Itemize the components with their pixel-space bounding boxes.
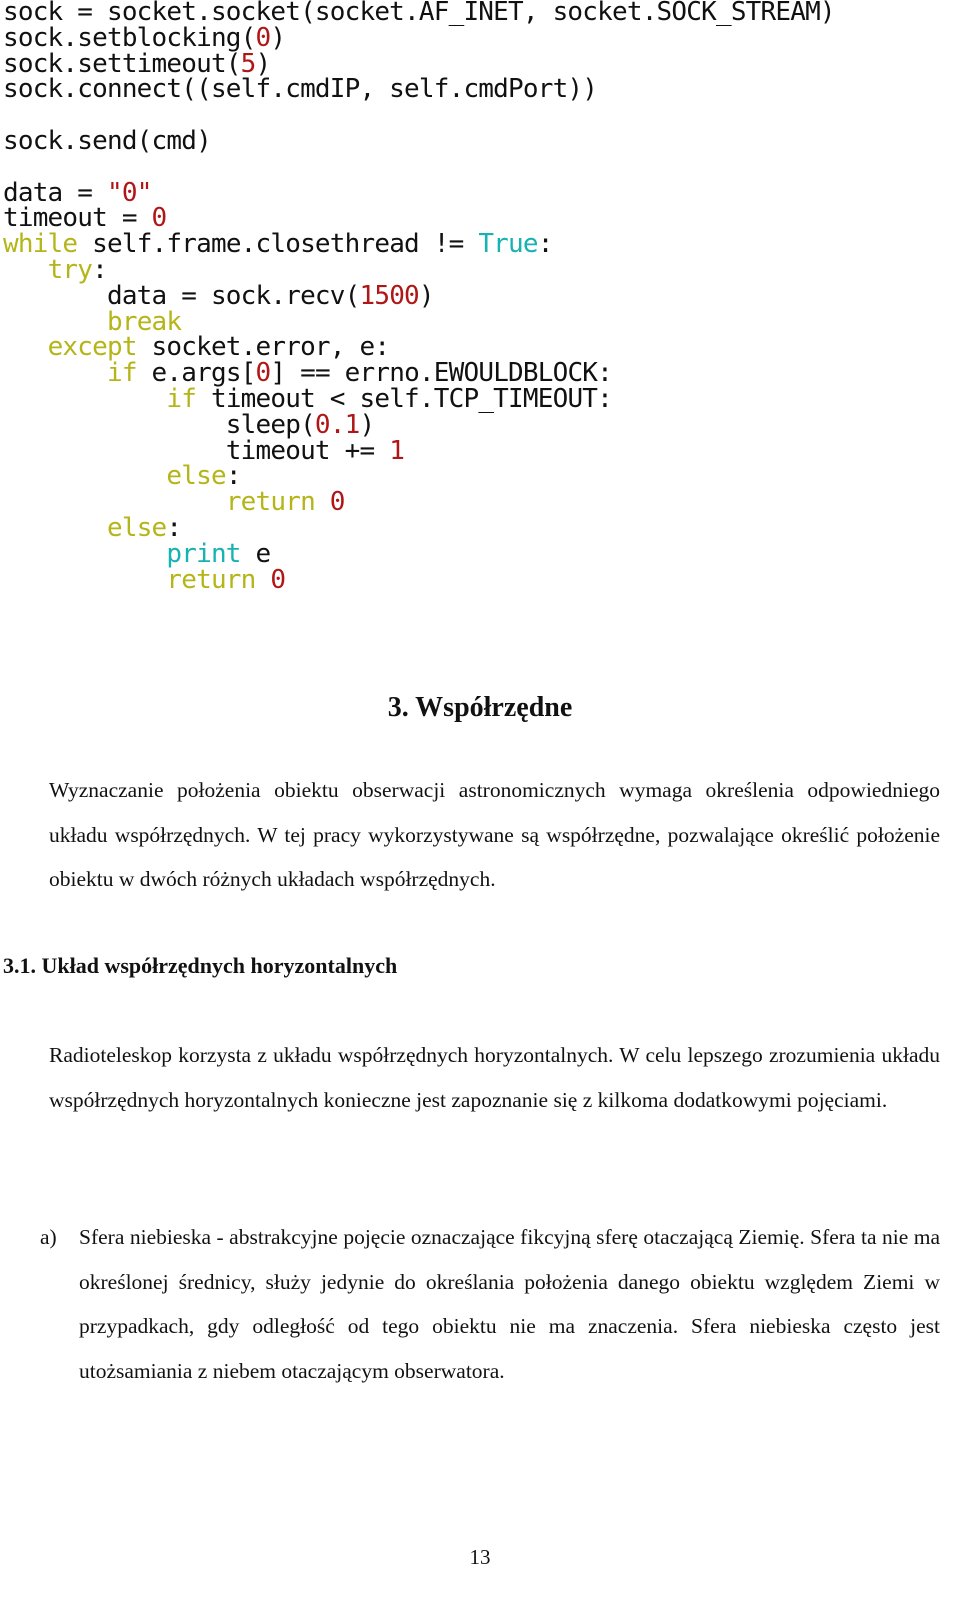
- code-literal: 1500: [359, 280, 419, 311]
- code-line: sock.send(cmd): [3, 125, 835, 156]
- code-text: :: [537, 229, 554, 260]
- list-marker: a): [40, 1225, 57, 1249]
- code-literal: 0: [270, 564, 286, 595]
- code-literal: 1: [389, 435, 405, 466]
- code-text: self.frame.closethread !=: [77, 229, 479, 260]
- list-item-text: Sfera niebieska - abstrakcyjne pojęcie o…: [79, 1225, 940, 1383]
- code-line: while self.frame.closethread != True:: [3, 229, 835, 260]
- code-text: sock.send(cmd): [3, 125, 212, 156]
- intro-paragraph-text: Wyznaczanie położenia obiektu obserwacji…: [49, 778, 940, 891]
- subsection-heading: 3.1. Układ współrzędnych horyzontalnych: [3, 953, 398, 978]
- intro-paragraph: Wyznaczanie położenia obiektu obserwacji…: [3, 768, 940, 902]
- subsection-paragraph-text: Radioteleskop korzysta z układu współrzę…: [49, 1043, 940, 1112]
- code-text: ): [270, 22, 286, 53]
- code-text: ): [418, 280, 435, 311]
- code-listing: sock = socket.socket(socket.AF_INET, soc…: [3, 0, 836, 595]
- code-line: return 0: [3, 564, 835, 595]
- code-keyword: return: [166, 564, 256, 595]
- subsection-paragraph: Radioteleskop korzysta z układu współrzę…: [3, 1033, 940, 1122]
- code-builtin: True: [478, 229, 538, 260]
- code-keyword: return: [225, 487, 316, 518]
- code-text: sock.connect((self.cmdIP, self.cmdPort)): [3, 74, 598, 105]
- page-number: 13: [469, 1545, 491, 1569]
- section-heading: 3. Współrzędne: [387, 692, 573, 723]
- code-line: sock.connect((self.cmdIP, self.cmdPort)): [3, 74, 835, 105]
- code-literal: 0: [329, 487, 346, 518]
